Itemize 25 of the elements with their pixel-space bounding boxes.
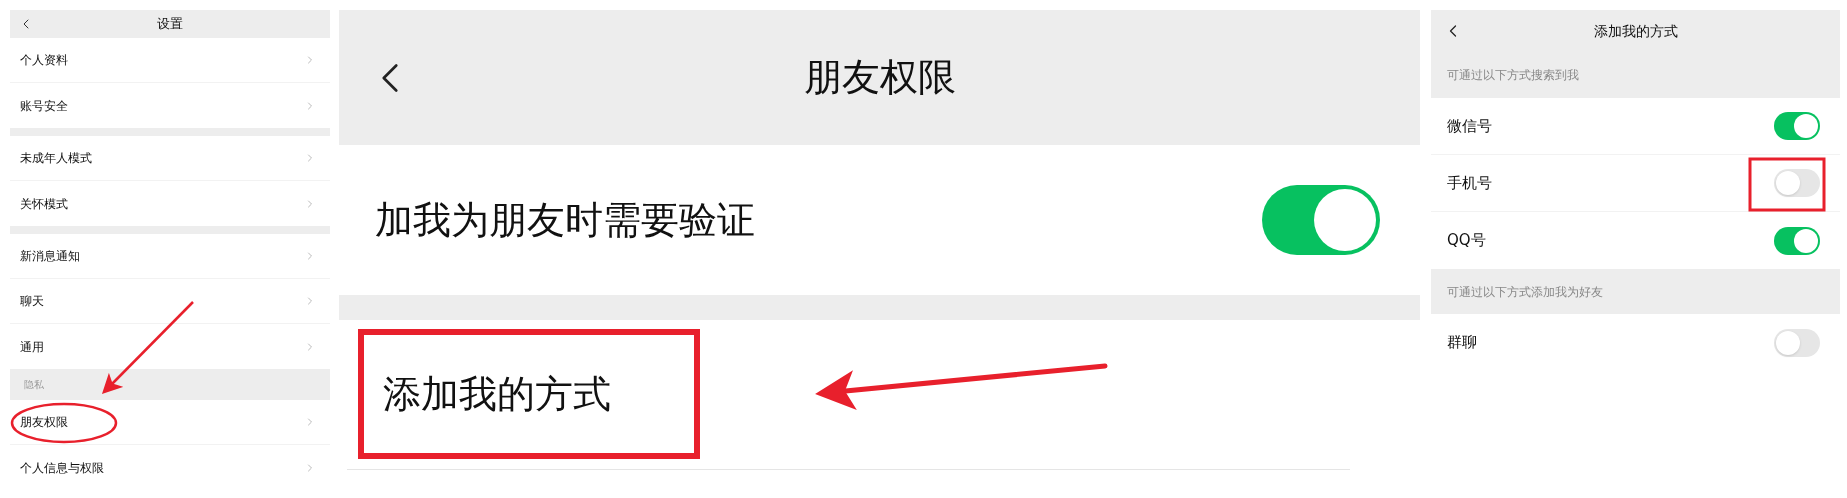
setting-label: 手机号 — [1447, 172, 1492, 194]
toggle-switch[interactable] — [1774, 226, 1820, 255]
toggle-switch[interactable] — [1774, 112, 1820, 140]
setting-label: 微信号 — [1447, 115, 1492, 137]
section-label: 隐私 — [24, 378, 44, 392]
setting-label: 加我为朋友时需要验证 — [375, 196, 755, 244]
settings-item[interactable]: 未成年人模式 — [10, 136, 330, 181]
settings-item[interactable]: 新消息通知 — [10, 234, 330, 279]
settings-item[interactable]: 个人信息与权限 — [10, 445, 330, 490]
page-title: 添加我的方式 — [1593, 21, 1678, 41]
settings-item[interactable]: 聊天 — [10, 279, 330, 324]
section-label: 可通过以下方式搜索到我 — [1447, 67, 1579, 84]
setting-label: QQ号 — [1447, 230, 1486, 252]
page-title: 设置 — [157, 15, 183, 34]
settings-item[interactable]: 关怀模式 — [10, 181, 330, 226]
page-title: 朋友权限 — [803, 54, 956, 101]
section-label: 可通过以下方式添加我为好友 — [1447, 283, 1603, 301]
settings-item[interactable]: 添加我的方式 — [383, 366, 611, 423]
toggle-switch[interactable] — [1774, 328, 1820, 357]
toggle-switch[interactable] — [1774, 169, 1820, 197]
settings-item[interactable]: 朋友权限 — [10, 400, 330, 445]
settings-item[interactable]: 个人资料 — [10, 38, 330, 83]
settings-item[interactable]: 账号安全 — [10, 83, 330, 128]
settings-item[interactable]: 通用 — [10, 324, 330, 369]
setting-label: 群聊 — [1447, 332, 1477, 354]
